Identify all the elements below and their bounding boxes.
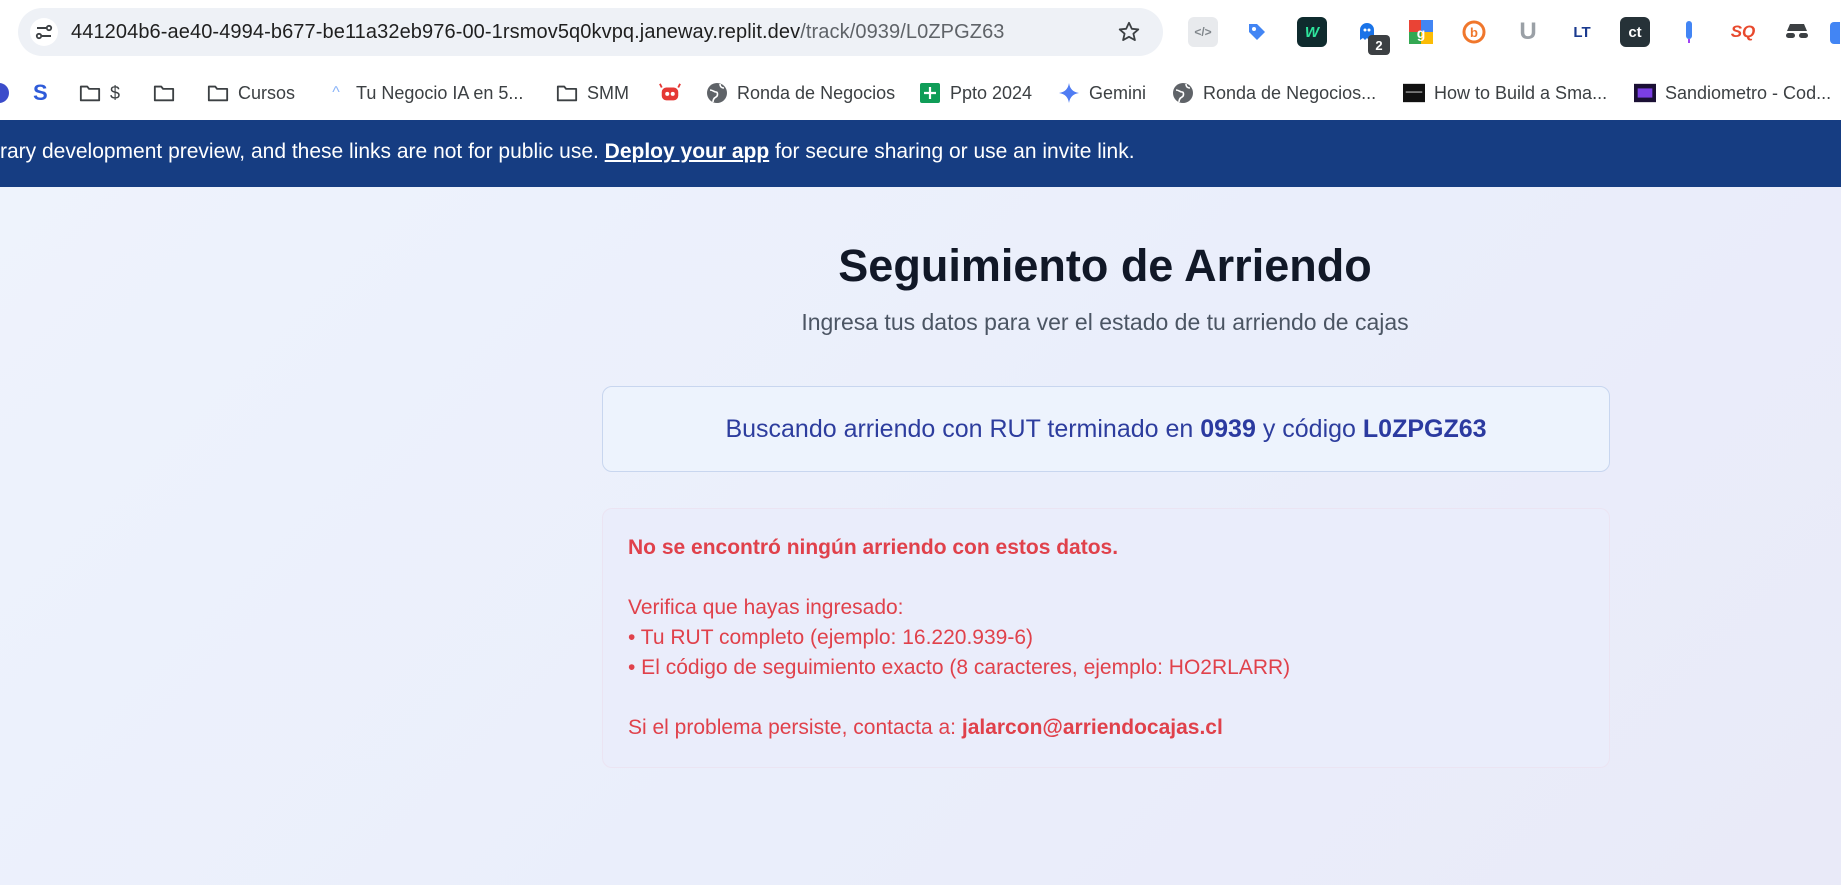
extension-badge: 2 xyxy=(1368,35,1390,55)
address-bar[interactable]: 441204b6-ae40-4994-b677-be11a32eb976-00-… xyxy=(18,8,1163,56)
search-middle: y código xyxy=(1262,414,1356,443)
banner-text-before: rary development preview, and these link… xyxy=(0,140,599,163)
error-verify-text: Verifica que hayas ingresado: xyxy=(628,596,904,619)
bookmark-folder-empty[interactable] xyxy=(153,76,175,110)
globe-icon xyxy=(1172,82,1194,104)
ct-extension-icon[interactable]: ct xyxy=(1620,17,1650,47)
bookmark-sandiometro[interactable]: Sandiometro - Cod... xyxy=(1634,76,1831,110)
bookmark-label: Gemini xyxy=(1089,82,1147,103)
site-info-icon[interactable] xyxy=(30,18,58,46)
svg-text:b: b xyxy=(1470,25,1478,40)
bookmark-folder-dollar[interactable]: $ xyxy=(79,76,120,110)
bookmark-label: Ronda de Negocios xyxy=(737,82,896,103)
search-summary-box: Buscando arriendo con RUT terminado en 0… xyxy=(602,386,1610,472)
error-bullet-rut: • Tu RUT completo (ejemplo: 16.220.939-6… xyxy=(628,626,1033,649)
bookmarks-bar: S $ Cursos ^ Tu Negocio IA en 5... SMM R… xyxy=(0,66,1841,120)
b-extension-icon[interactable]: b xyxy=(1459,17,1489,47)
url-path: /track/0939/L0ZPGZ63 xyxy=(800,21,1005,43)
eyedropper-extension-icon[interactable] xyxy=(1674,17,1704,47)
banner-text-after: for secure sharing or use an invite link… xyxy=(775,140,1135,163)
bookmark-star-icon[interactable] xyxy=(1115,18,1143,46)
caret-icon: ^ xyxy=(332,84,340,101)
code-extension-icon[interactable]: </> xyxy=(1188,17,1218,47)
bookmark-label: Ronda de Negocios... xyxy=(1203,82,1377,103)
bookmark-label: Tu Negocio IA en 5... xyxy=(356,82,524,103)
bookmark-label: Ppto 2024 xyxy=(950,82,1033,103)
svg-text:g: g xyxy=(1417,25,1426,41)
browser-toolbar: 441204b6-ae40-4994-b677-be11a32eb976-00-… xyxy=(0,0,1841,66)
gemini-sparkle-icon xyxy=(1058,82,1080,104)
bookmark-partial[interactable] xyxy=(0,76,10,110)
bookmark-label: S xyxy=(33,80,48,105)
tag-extension-icon[interactable] xyxy=(1242,17,1272,47)
bookmark-label: Cursos xyxy=(238,82,296,103)
sq-extension-icon[interactable]: SQ xyxy=(1728,17,1758,47)
url-text[interactable]: 441204b6-ae40-4994-b677-be11a32eb976-00-… xyxy=(71,21,1005,44)
bookmark-folder-cursos[interactable]: Cursos xyxy=(207,76,295,110)
bookmark-label: SMM xyxy=(587,82,629,103)
circle-icon xyxy=(0,82,10,104)
globe-icon xyxy=(706,82,728,104)
bookmark-ppto-2024[interactable]: Ppto 2024 xyxy=(919,76,1032,110)
folder-icon xyxy=(556,82,578,104)
url-host: 441204b6-ae40-4994-b677-be11a32eb976-00-… xyxy=(71,21,801,43)
bookmark-robot[interactable] xyxy=(659,76,681,110)
banner-text: rary development preview, and these link… xyxy=(0,140,1135,164)
error-message-box: No se encontró ningún arriendo con estos… xyxy=(602,508,1610,768)
error-contact: Si el problema persiste, contacta a: jal… xyxy=(628,716,1223,740)
writer-extension-icon[interactable]: W xyxy=(1297,17,1327,47)
contact-prefix: Si el problema persiste, contacta a: xyxy=(628,716,957,739)
bookmark-tu-negocio[interactable]: ^ Tu Negocio IA en 5... xyxy=(325,76,523,110)
bookmark-s[interactable]: S xyxy=(33,76,48,110)
incognito-extension-icon[interactable] xyxy=(1782,17,1812,47)
u-extension-icon[interactable]: U xyxy=(1513,17,1543,47)
folder-icon xyxy=(79,82,101,104)
contact-email[interactable]: jalarcon@arriendocajas.cl xyxy=(962,716,1223,739)
sheets-icon xyxy=(919,82,941,104)
ghost-extension-icon[interactable]: 2 xyxy=(1352,17,1390,55)
google-extension-icon[interactable]: g xyxy=(1406,17,1436,47)
bookmark-ronda-1[interactable]: Ronda de Negocios xyxy=(706,76,895,110)
page-subtitle: Ingresa tus datos para ver el estado de … xyxy=(801,309,1409,335)
error-bullet-code: • El código de seguimiento exacto (8 car… xyxy=(628,656,1291,679)
gpt-thumbnail-icon xyxy=(1634,82,1656,104)
bookmark-folder-smm[interactable]: SMM xyxy=(556,76,629,110)
folder-icon xyxy=(153,82,175,104)
sidepanel-edge-icon[interactable] xyxy=(1830,22,1840,44)
robot-icon xyxy=(659,82,681,104)
bookmark-label: $ xyxy=(110,82,121,103)
folder-icon xyxy=(207,82,229,104)
bookmark-label: Sandiometro - Cod... xyxy=(1665,82,1832,103)
error-heading: No se encontró ningún arriendo con estos… xyxy=(628,536,1119,559)
search-prefix: Buscando arriendo con RUT terminado en xyxy=(725,414,1194,443)
page-title: Seguimiento de Arriendo xyxy=(838,240,1372,291)
dev-preview-banner: rary development preview, and these link… xyxy=(0,120,1841,187)
deploy-app-link[interactable]: Deploy your app xyxy=(605,140,770,163)
tracking-code: L0ZPGZ63 xyxy=(1362,414,1487,443)
bookmark-how-to-build[interactable]: How to Build a Sma... xyxy=(1403,76,1607,110)
bookmark-gemini[interactable]: Gemini xyxy=(1058,76,1146,110)
bookmark-label: How to Build a Sma... xyxy=(1434,82,1608,103)
rut-suffix: 0939 xyxy=(1200,414,1256,443)
video-thumbnail-icon xyxy=(1403,82,1425,104)
tracking-page: Seguimiento de Arriendo Ingresa tus dato… xyxy=(0,187,1841,885)
languagetool-extension-icon[interactable]: LT xyxy=(1567,17,1597,47)
bookmark-ronda-2[interactable]: Ronda de Negocios... xyxy=(1172,76,1376,110)
